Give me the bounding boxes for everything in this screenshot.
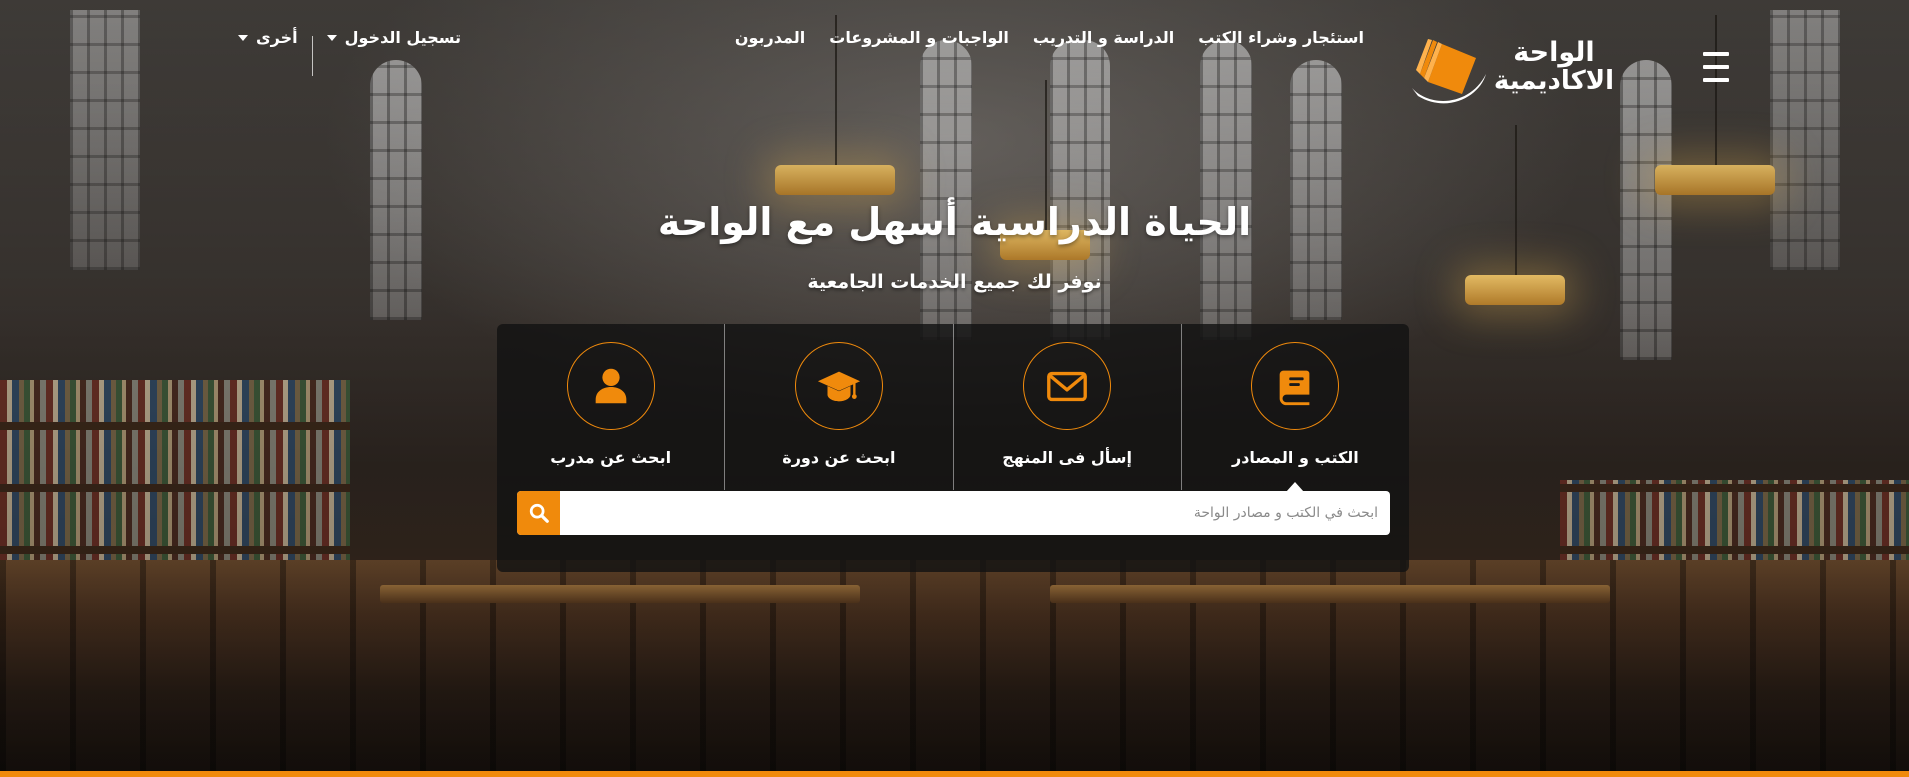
tab-trainer[interactable]: ابحث عن مدرب [497, 324, 724, 490]
hero-title: الحياة الدراسية أسهل مع الواحة [657, 200, 1252, 244]
hero-subtitle: نوفر لك جميع الخدمات الجامعية [807, 271, 1102, 293]
header-actions: تسجيل الدخول أخرى [238, 28, 461, 76]
logo-text: الواحة الاكاديمية [1493, 37, 1614, 96]
search-panel: الكتب و المصادر إسأل فى المنهج ابحث عن د… [497, 324, 1409, 572]
nav-item-books[interactable]: استئجار وشراء الكتب [1198, 28, 1364, 47]
other-label: أخرى [256, 28, 298, 47]
tab-course-label: ابحث عن دورة [782, 448, 896, 467]
menu-icon[interactable] [1703, 52, 1729, 82]
other-dropdown[interactable]: أخرى [238, 28, 298, 47]
tab-trainer-label: ابحث عن مدرب [550, 448, 672, 467]
nav-item-assignments[interactable]: الواجبات و المشروعات [829, 28, 1009, 47]
site-header: الواحة الاكاديمية استئجار وشراء الكتب ال… [0, 0, 1909, 110]
logo-line-2: الاكاديمية [1493, 65, 1614, 96]
login-label: تسجيل الدخول [344, 28, 462, 47]
search-tabs: الكتب و المصادر إسأل فى المنهج ابحث عن د… [497, 324, 1409, 492]
login-dropdown[interactable]: تسجيل الدخول [326, 28, 462, 47]
search-input[interactable] [560, 491, 1390, 535]
nav-link-trainers[interactable]: المدربون [735, 28, 805, 47]
bottom-accent-bar [0, 771, 1909, 777]
tab-ask[interactable]: إسأل فى المنهج [952, 324, 1181, 490]
tab-books-label: الكتب و المصادر [1232, 448, 1359, 467]
user-icon [595, 368, 626, 404]
main-nav: استئجار وشراء الكتب الدراسة و التدريب ال… [735, 28, 1364, 47]
tab-course[interactable]: ابحث عن دورة [724, 324, 952, 490]
nav-link-assignments[interactable]: الواجبات و المشروعات [829, 28, 1009, 47]
nav-item-study[interactable]: الدراسة و التدريب [1033, 28, 1174, 47]
chevron-down-icon [238, 34, 248, 41]
envelope-icon [1047, 371, 1088, 402]
nav-item-trainers[interactable]: المدربون [735, 28, 805, 47]
nav-link-books[interactable]: استئجار وشراء الكتب [1198, 28, 1364, 47]
tab-icon-circle [1251, 342, 1340, 430]
header-divider [311, 36, 313, 76]
graduation-cap-icon [817, 371, 860, 402]
search-icon [529, 503, 549, 523]
tab-ask-label: إسأل فى المنهج [1002, 448, 1133, 467]
logo-line-1: الواحة [1513, 37, 1595, 69]
tab-books[interactable]: الكتب و المصادر [1180, 324, 1409, 492]
chevron-down-icon [326, 34, 337, 41]
nav-link-study[interactable]: الدراسة و التدريب [1033, 28, 1174, 47]
tab-icon-circle [1023, 342, 1112, 430]
search-form [517, 491, 1390, 535]
site-logo[interactable]: الواحة الاكاديمية [1384, 22, 1614, 112]
tab-icon-circle [566, 342, 655, 430]
tab-icon-circle [794, 342, 883, 430]
search-button[interactable] [517, 491, 560, 535]
book-icon [1280, 370, 1310, 406]
book-logo-icon [1411, 39, 1486, 104]
